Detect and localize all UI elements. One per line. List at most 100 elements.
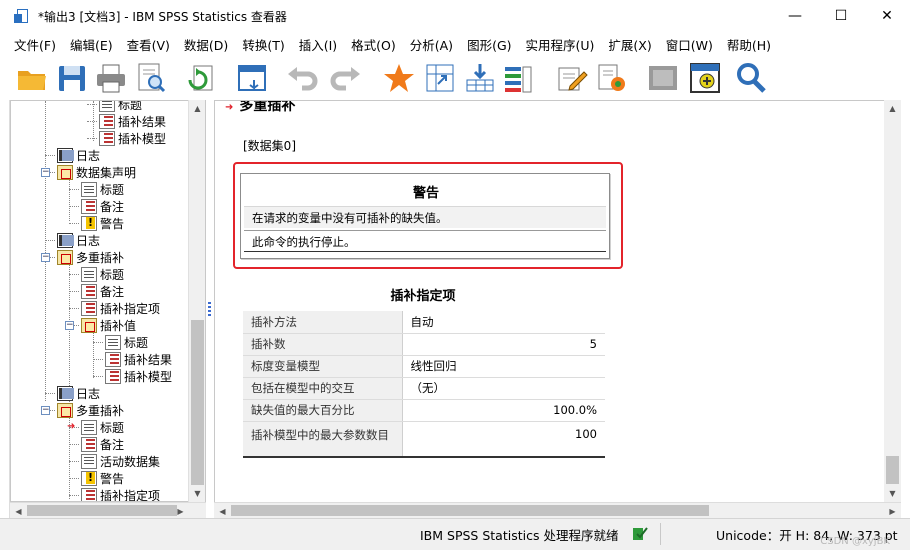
output-content-pane[interactable]: ➜ 多重插补 [数据集0] 警告 在请求的变量中没有可插补的缺失值。 此命令的执行… [214, 100, 884, 502]
row-value: 100 [402, 421, 605, 458]
close-button[interactable]: ✕ [864, 0, 910, 32]
dataset-icon [81, 454, 97, 469]
outline-horizontal-scrollbar[interactable]: ◀ ▶ [10, 502, 206, 518]
outline-item[interactable]: 插补模型 [99, 130, 166, 147]
outline-item[interactable]: 标题 [81, 419, 124, 436]
content-vertical-scrollbar[interactable]: ▲ ▼ [884, 100, 901, 502]
processor-ready-icon [632, 525, 648, 541]
outline-item[interactable]: 警告 [81, 215, 124, 232]
content-horizontal-scrollbar[interactable]: ◀ ▶ [214, 502, 901, 518]
outline-item[interactable]: 多重插补 [57, 402, 124, 419]
outline-item[interactable]: 多重插补 [57, 249, 124, 266]
outline-item-label: 标题 [100, 183, 125, 197]
outline-item[interactable]: 插补指定项 [81, 487, 161, 502]
menu-format[interactable]: 格式(O) [344, 35, 403, 54]
outline-item[interactable]: 日志 [57, 147, 100, 164]
open-folder-icon[interactable] [16, 62, 48, 94]
menu-file[interactable]: 文件(F) [0, 35, 63, 54]
status-separator [660, 523, 661, 545]
outline-horizontal-scroll-thumb[interactable] [27, 505, 177, 516]
print-preview-icon[interactable] [135, 62, 167, 94]
outline-item[interactable]: 插补指定项 [81, 300, 160, 317]
outline-vertical-scroll-thumb[interactable] [191, 320, 204, 485]
outline-item[interactable]: 备注 [81, 198, 124, 215]
outline-item[interactable]: 标题 [105, 334, 148, 351]
redo-icon[interactable] [330, 62, 362, 94]
menu-view[interactable]: 查看(V) [120, 35, 177, 54]
outline-item[interactable]: 标题 [81, 266, 124, 283]
outline-vertical-scrollbar[interactable]: ▲ ▼ [188, 100, 205, 502]
scroll-up-icon[interactable]: ▲ [884, 100, 901, 117]
pane-splitter[interactable] [206, 100, 214, 518]
table-row: 包括在模型中的交互 （无） [243, 377, 605, 400]
outline-item[interactable]: 警告 [81, 470, 124, 487]
menu-window[interactable]: 窗口(W) [659, 35, 720, 54]
menu-edit[interactable]: 编辑(E) [63, 35, 120, 54]
menu-graphs[interactable]: 图形(G) [460, 35, 518, 54]
procedure-heading: ➜ 多重插补 [225, 101, 295, 115]
find-icon[interactable] [735, 62, 767, 94]
title-bar: *输出3 [文档3] - IBM SPSS Statistics 查看器 — ☐… [0, 0, 910, 32]
outline-item[interactable]: 插补模型 [105, 368, 172, 385]
outline-item[interactable]: 标题 [81, 181, 124, 198]
collapse-toggle-icon[interactable]: − [41, 168, 50, 177]
menu-extensions[interactable]: 扩展(X) [601, 35, 658, 54]
goto-variable-icon[interactable] [464, 62, 496, 94]
menu-help[interactable]: 帮助(H) [720, 35, 778, 54]
menu-data[interactable]: 数据(D) [177, 35, 235, 54]
warning-table[interactable]: 警告 在请求的变量中没有可插补的缺失值。 此命令的执行停止。 [240, 173, 610, 259]
outline-item[interactable]: 日志 [57, 385, 100, 402]
menu-insert[interactable]: 插入(I) [292, 35, 344, 54]
variables-icon[interactable] [502, 62, 534, 94]
print-icon[interactable] [95, 62, 127, 94]
insert-icon[interactable] [689, 62, 721, 94]
recall-dialog-icon[interactable] [236, 62, 268, 94]
right-window-edge [901, 100, 910, 520]
outline-item[interactable]: 标题 [99, 101, 142, 113]
outline-item[interactable]: 日志 [57, 232, 100, 249]
menu-bar: 文件(F) 编辑(E) 查看(V) 数据(D) 转换(T) 插入(I) 格式(O… [0, 32, 910, 56]
outline-item[interactable]: 备注 [81, 283, 124, 300]
content-horizontal-scroll-thumb[interactable] [231, 505, 709, 516]
maximize-button[interactable]: ☐ [818, 0, 864, 32]
outline-item[interactable]: 插补值 [81, 317, 136, 334]
save-icon[interactable] [56, 62, 88, 94]
table-row: 标度变量模型 线性回归 [243, 355, 605, 378]
outline-item-label: 插补值 [100, 319, 137, 333]
outline-item[interactable]: 数据集声明 [57, 164, 136, 181]
collapse-toggle-icon[interactable]: − [41, 406, 50, 415]
dataset-label: [数据集0] [243, 139, 296, 153]
goto-case-icon[interactable] [424, 62, 456, 94]
outline-item-label: 日志 [76, 387, 101, 401]
outline-item-label: 日志 [76, 149, 101, 163]
scroll-up-icon[interactable]: ▲ [189, 100, 206, 117]
outline-item-label: 插补指定项 [100, 489, 161, 502]
outline-item[interactable]: 备注 [81, 436, 124, 453]
outline-item[interactable]: 活动数据集 [81, 453, 160, 470]
content-vertical-scroll-thumb[interactable] [886, 456, 899, 484]
menu-analyze[interactable]: 分析(A) [403, 35, 460, 54]
outline-item-label: 插补结果 [124, 353, 173, 367]
designated-window-icon[interactable] [647, 62, 679, 94]
show-all-icon[interactable] [596, 62, 628, 94]
table-icon [81, 284, 97, 299]
scroll-down-icon[interactable]: ▼ [189, 485, 206, 502]
outline-item-label: 插补模型 [124, 370, 173, 384]
minimize-button[interactable]: — [772, 0, 818, 32]
collapse-toggle-icon[interactable]: − [41, 253, 50, 262]
row-value: 5 [402, 333, 605, 356]
scroll-down-icon[interactable]: ▼ [884, 485, 901, 502]
menu-transform[interactable]: 转换(T) [235, 35, 291, 54]
outline-item[interactable]: 插补结果 [99, 113, 166, 130]
export-icon[interactable] [186, 62, 218, 94]
edit-icon[interactable] [556, 62, 588, 94]
menu-utilities[interactable]: 实用程序(U) [519, 35, 602, 54]
goto-data-icon[interactable] [383, 62, 415, 94]
outline-item-label: 标题 [100, 268, 125, 282]
outline-pane[interactable]: 标题插补结果插补模型日志数据集声明−标题备注警告日志多重插补−标题备注插补指定项… [10, 100, 206, 502]
imputation-spec-table[interactable]: 插补方法 自动 插补数 5 标度变量模型 线性回归 包括在模型中的交互 （无） … [243, 311, 605, 458]
spss-viewer-app-icon [14, 8, 30, 24]
outline-item[interactable]: 插补结果 [105, 351, 172, 368]
collapse-toggle-icon[interactable]: − [65, 321, 74, 330]
undo-icon[interactable] [286, 62, 318, 94]
